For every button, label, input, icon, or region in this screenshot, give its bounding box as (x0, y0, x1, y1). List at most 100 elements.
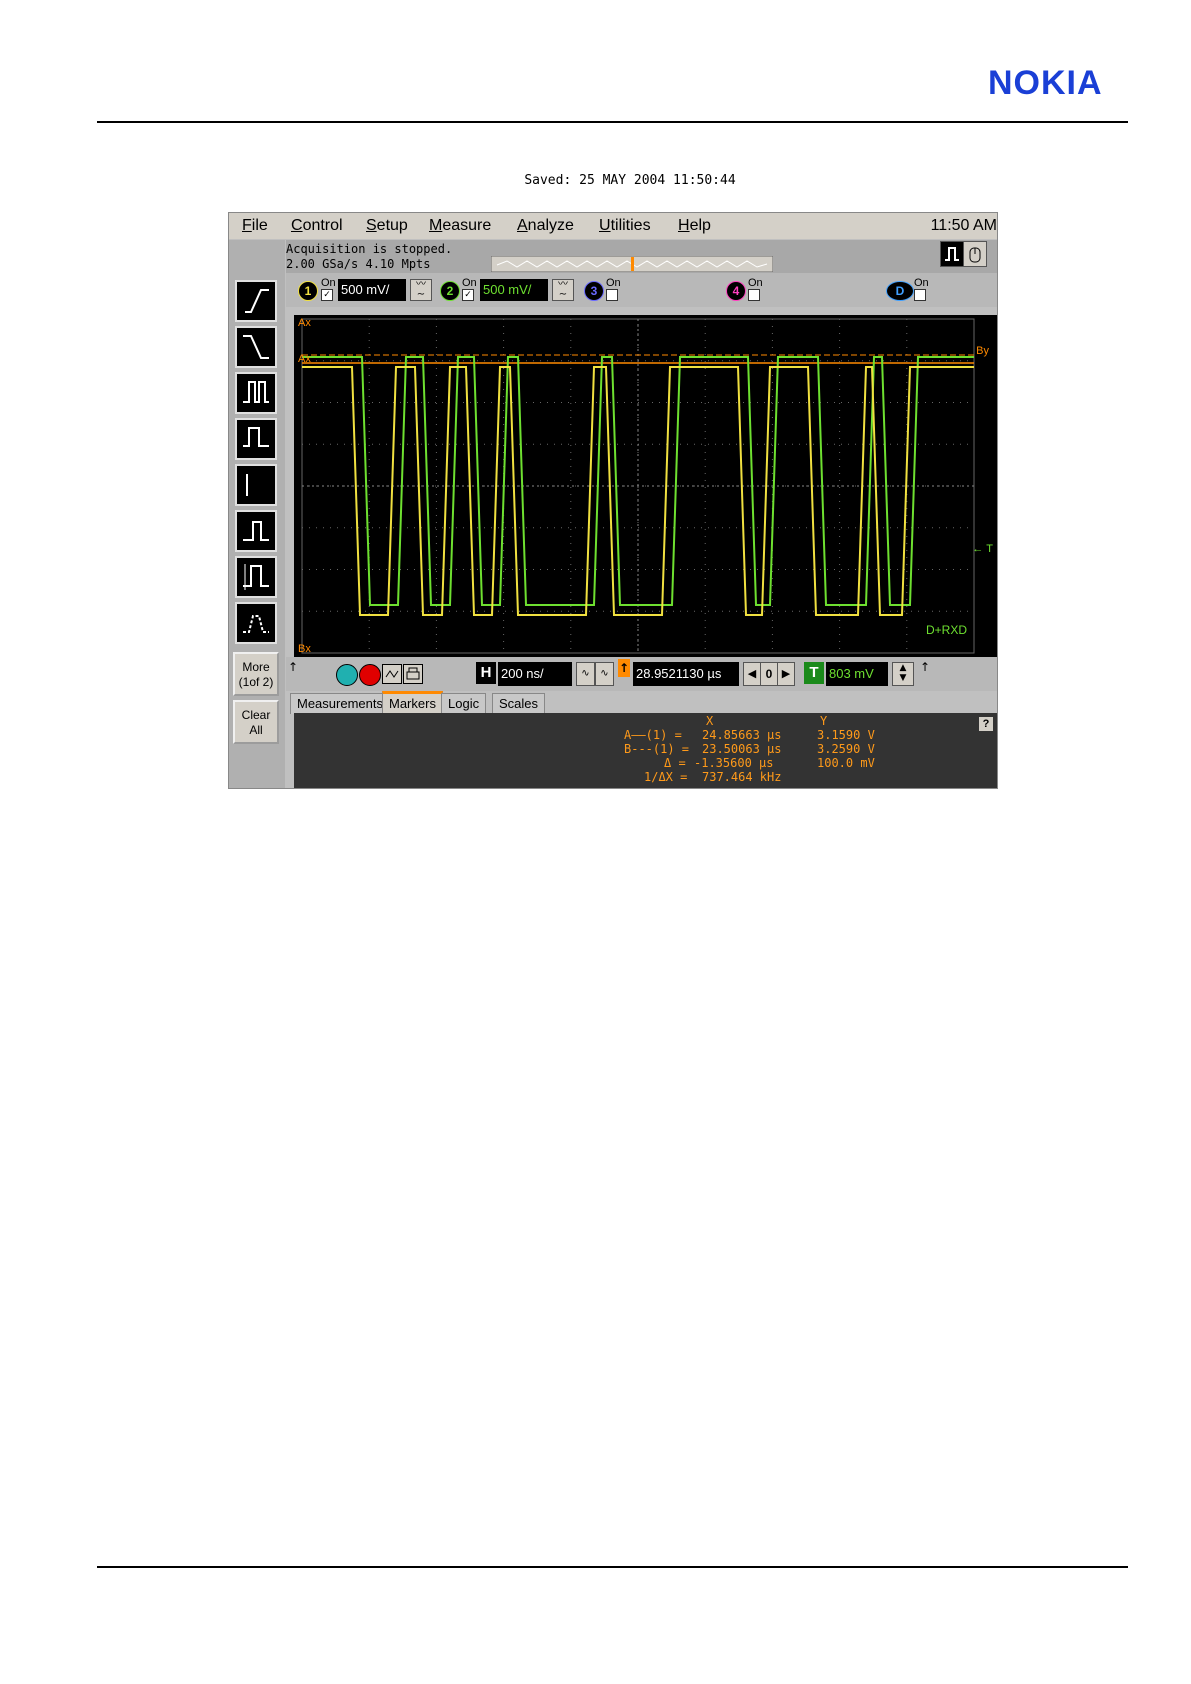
marker-b-y: 3.2590 V (817, 742, 875, 756)
window-icon (243, 615, 269, 633)
transition-icon (243, 564, 269, 590)
digital-channel-badge[interactable]: D (886, 281, 914, 301)
marker-delta-x: -1.35600 µs (694, 756, 774, 770)
menu-file[interactable]: File (242, 217, 268, 235)
tab-markers[interactable]: Markers (382, 691, 443, 714)
falling-edge-icon (243, 335, 269, 359)
fine-adjust-button[interactable]: ∿ (576, 662, 595, 686)
timeout-trigger-button[interactable] (235, 510, 277, 552)
channel-4-checkbox[interactable] (748, 289, 760, 301)
tab-measurements[interactable]: Measurements (290, 693, 390, 714)
menu-utilities[interactable]: Utilities (599, 217, 651, 235)
menu-measure[interactable]: Measure (429, 217, 491, 235)
control-bar: ↑ H 200 ns/ ∿ ∿ ↑ 28.9521130 µs ◀ 0 ▶ T … (286, 657, 997, 691)
glitch-icon (243, 381, 269, 403)
printer-icon (406, 667, 420, 680)
pulse-width-trigger-button[interactable] (235, 418, 277, 460)
oscilloscope-window: File Control Setup Measure Analyze Utili… (228, 212, 998, 789)
menu-analyze[interactable]: Analyze (517, 217, 574, 235)
trigger-level-marker: ← T (972, 543, 993, 555)
marker-ax-top: Ax (298, 317, 311, 329)
falling-edge-trigger-button[interactable] (235, 326, 277, 368)
delay-field[interactable]: 28.9521130 µs (633, 662, 739, 686)
trigger-level-field[interactable]: 803 mV (826, 662, 888, 686)
channel-1-coupling-button[interactable]: 〰 ∼ (410, 279, 432, 301)
up-arrow-icon[interactable]: ↑ (288, 660, 298, 674)
marker-b-label: B---(1) = (624, 742, 690, 756)
stop-button[interactable] (359, 664, 381, 686)
channel-1-scale[interactable]: 500 mV/ (338, 279, 406, 301)
delay-right-button[interactable]: ▶ (777, 662, 795, 686)
mouse-icon (969, 247, 981, 263)
run-mode-button[interactable] (940, 241, 964, 267)
horizontal-label: H (476, 662, 496, 684)
run-button[interactable] (336, 664, 358, 686)
saved-timestamp: Saved: 25 MAY 2004 11:50:44 (524, 173, 736, 188)
marker-delta-y: 100.0 mV (817, 756, 875, 770)
tab-scales[interactable]: Scales (492, 693, 546, 714)
menu-help[interactable]: Help (678, 217, 711, 235)
channel-bar: 1 On ✓ 500 mV/ 〰 ∼ 2 On ✓ 500 mV/ 〰 ∼ 3 On… (286, 273, 997, 307)
channel-2-scale[interactable]: 500 mV/ (480, 279, 548, 301)
clear-all-button[interactable]: Clear All (233, 700, 279, 744)
autoscale-button[interactable] (382, 664, 402, 684)
digital-checkbox[interactable] (914, 289, 926, 301)
delay-reference-icon: ↑ (618, 659, 630, 677)
delay-left-button[interactable]: ◀ (743, 662, 761, 686)
print-button[interactable] (403, 664, 423, 684)
channel-2-on-label: On (462, 277, 477, 289)
up-arrow-right-icon[interactable]: ↑ (920, 660, 930, 674)
marker-ax-label: Ax (298, 353, 311, 365)
transition-trigger-button[interactable] (235, 556, 277, 598)
tab-logic[interactable]: Logic (441, 693, 487, 714)
sample-rate: 2.00 GSa/s 4.10 Mpts (286, 257, 431, 271)
channel-1-on-label: On (321, 277, 336, 289)
more-button[interactable]: More (1of 2) (233, 652, 279, 696)
coarse-adjust-button[interactable]: ∿ (595, 662, 614, 686)
trigger-toolbar: More (1of 2) Clear All (229, 240, 285, 788)
timeout-icon (243, 521, 269, 541)
delay-zero-button[interactable]: 0 (760, 662, 778, 686)
marker-inverse-x: 737.464 kHz (702, 770, 782, 784)
channel-2-checkbox[interactable]: ✓ (462, 289, 474, 301)
single-pulse-icon (945, 247, 959, 261)
autoscale-icon (385, 670, 399, 678)
window-trigger-button[interactable] (235, 602, 277, 644)
channel-3-checkbox[interactable] (606, 289, 618, 301)
runt-icon (246, 474, 248, 496)
rising-edge-trigger-button[interactable] (235, 280, 277, 322)
acquisition-status: Acquisition is stopped. (286, 242, 453, 256)
trigger-level-spinner[interactable]: ▲ ▼ (892, 662, 914, 686)
channel-1-badge[interactable]: 1 (298, 281, 318, 301)
channel-2-badge[interactable]: 2 (440, 281, 460, 301)
menu-setup[interactable]: Setup (366, 217, 408, 235)
menu-control[interactable]: Control (291, 217, 343, 235)
mouse-mode-button[interactable] (963, 241, 987, 267)
marker-a-x: 24.85663 µs (702, 728, 782, 742)
marker-a-y: 3.1590 V (817, 728, 875, 742)
memory-bar[interactable] (491, 256, 773, 272)
marker-b-x: 23.50063 µs (702, 742, 782, 756)
digital-on-label: On (914, 277, 929, 289)
timebase-field[interactable]: 200 ns/ (498, 662, 572, 686)
channel-4-badge[interactable]: 4 (726, 281, 746, 301)
waveform-display[interactable]: Ax Ax By Bx ← T D+RXD (294, 315, 997, 657)
glitch-trigger-button[interactable] (235, 372, 277, 414)
rising-edge-icon (245, 289, 269, 313)
pulse-width-icon (243, 427, 269, 447)
more-page-label: (1of 2) (238, 675, 274, 689)
markers-y-header: Y (820, 714, 828, 728)
markers-panel: X Y A——(1) = 24.85663 µs 3.1590 V B---(1… (294, 713, 997, 788)
channel-3-badge[interactable]: 3 (584, 281, 604, 301)
marker-inverse-label: 1/ΔX = (644, 770, 688, 784)
more-label: More (242, 660, 270, 674)
runt-trigger-button[interactable] (235, 464, 277, 506)
marker-bx-label: Bx (298, 643, 311, 655)
channel-1-checkbox[interactable]: ✓ (321, 289, 333, 301)
all-label: All (249, 723, 263, 737)
channel-2-coupling-button[interactable]: 〰 ∼ (552, 279, 574, 301)
help-button[interactable]: ? (979, 717, 993, 731)
footer-rule (97, 1566, 1128, 1568)
header-rule (97, 121, 1128, 123)
clock: 11:50 AM (930, 217, 997, 234)
